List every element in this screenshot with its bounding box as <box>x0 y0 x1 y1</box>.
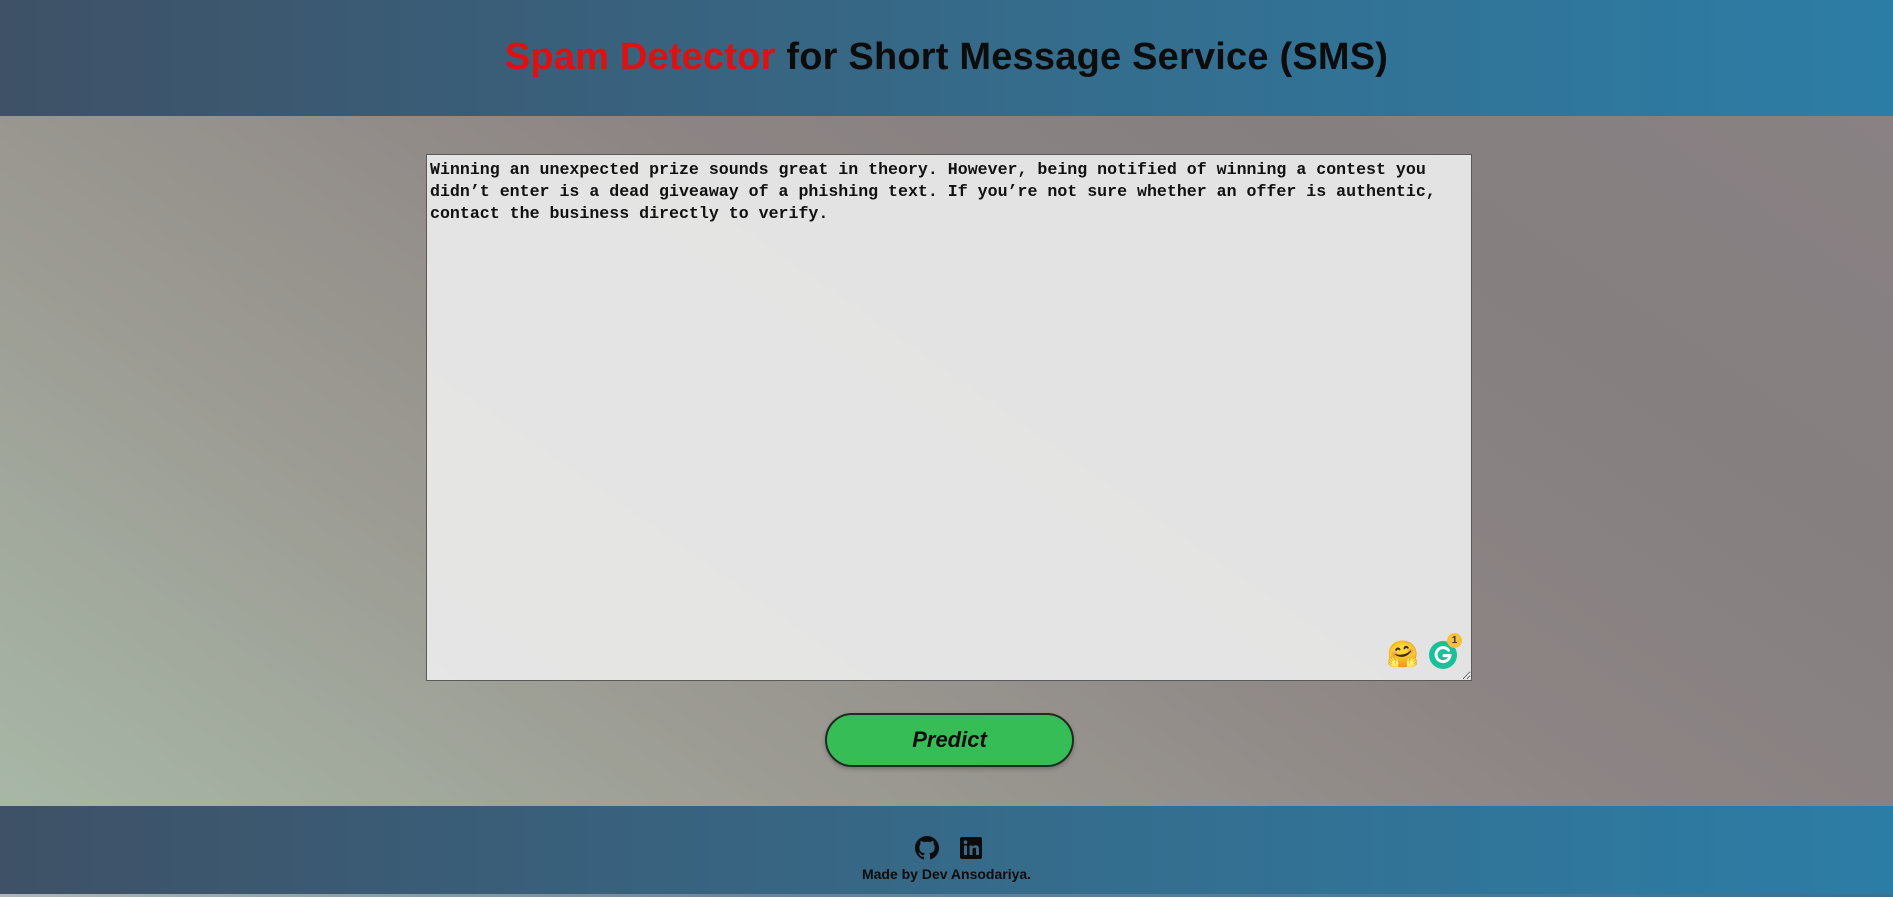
message-input[interactable]: Winning an unexpected prize sounds great… <box>426 154 1472 681</box>
page-header: Spam Detector for Short Message Service … <box>0 0 1893 116</box>
title-rest: for Short Message Service (SMS) <box>775 35 1389 78</box>
predict-button[interactable]: Predict <box>825 713 1074 767</box>
hugging-face-icon[interactable]: 🤗 <box>1387 639 1419 669</box>
grammarly-badge: 1 <box>1447 633 1462 648</box>
page-footer: Made by Dev Ansodariya. <box>0 806 1893 897</box>
linkedin-icon <box>959 837 982 859</box>
footer-credit: Made by Dev Ansodariya. <box>861 866 1032 882</box>
linkedin-link[interactable] <box>959 836 983 860</box>
message-input-container: Winning an unexpected prize sounds great… <box>426 154 1472 681</box>
page-title: Spam Detector for Short Message Service … <box>505 36 1388 79</box>
github-icon <box>914 836 939 860</box>
title-accent: Spam Detector <box>504 35 776 78</box>
social-links <box>0 836 1893 860</box>
github-link[interactable] <box>914 836 939 860</box>
